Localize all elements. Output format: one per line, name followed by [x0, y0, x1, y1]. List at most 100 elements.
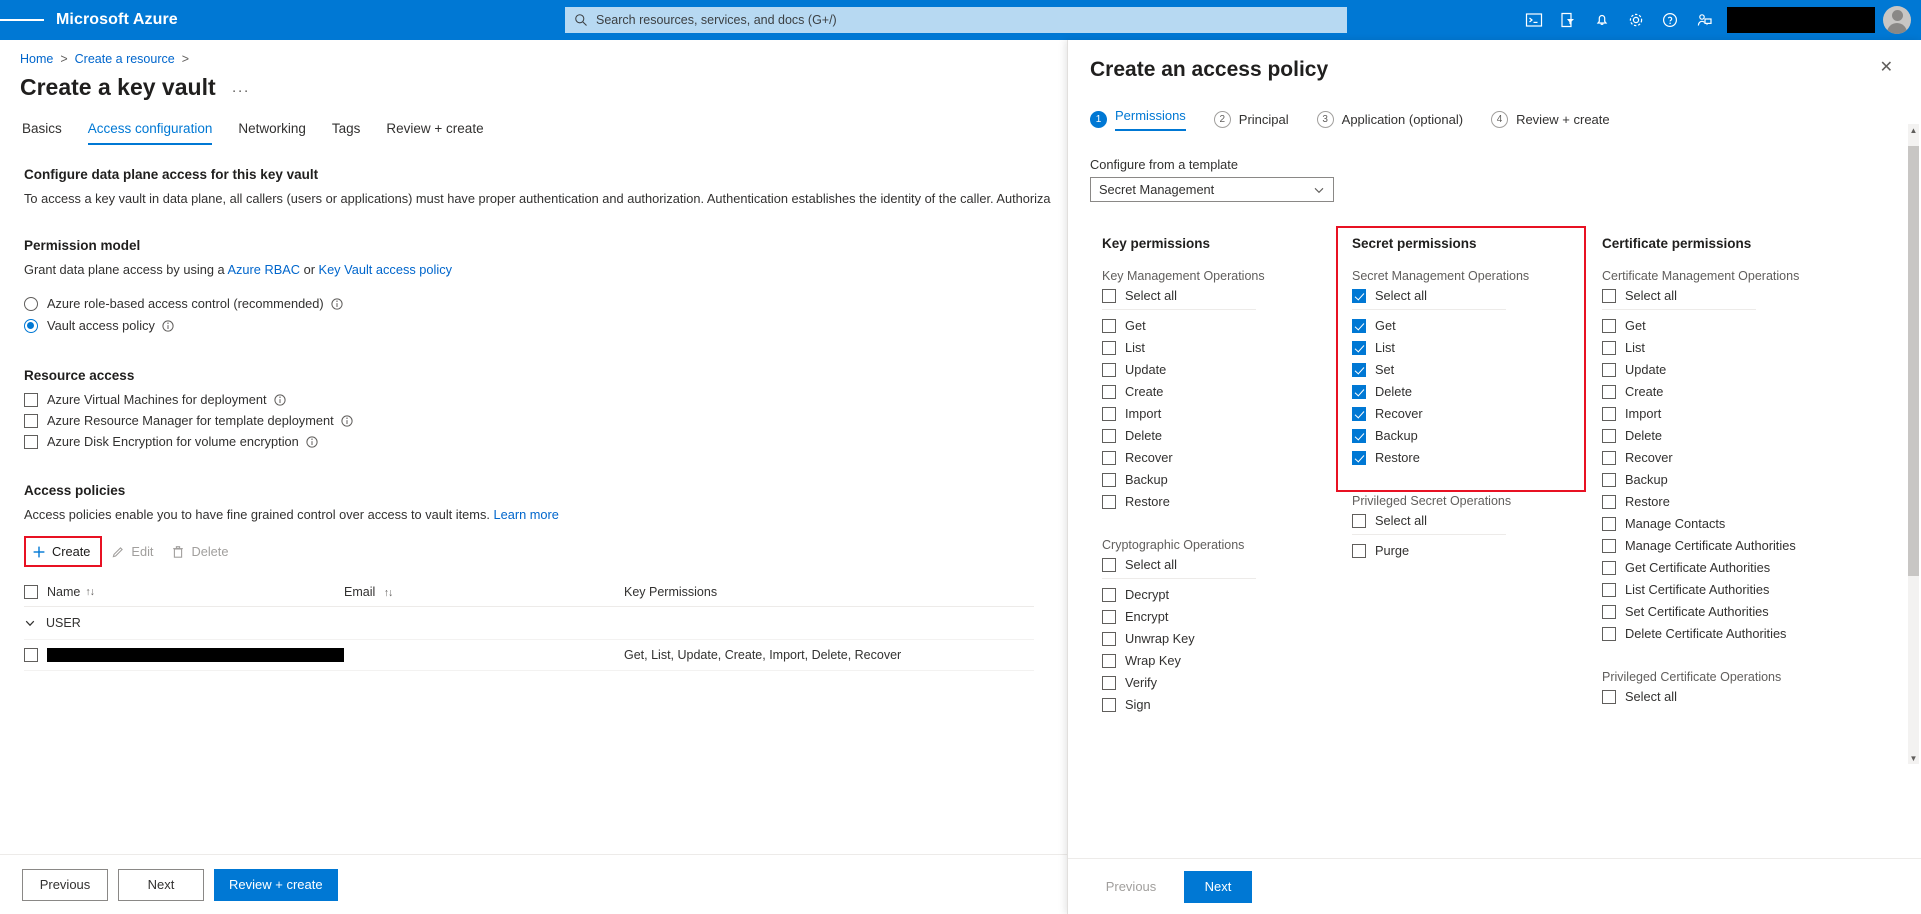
cert-perm-manage-cert-authorities[interactable]: Manage Certificate Authorities: [1602, 538, 1822, 553]
tab-review-create[interactable]: Review + create: [386, 121, 483, 145]
settings-gear-icon[interactable]: [1619, 0, 1653, 40]
avatar[interactable]: [1883, 6, 1911, 34]
cert-mgmt-select-all-box[interactable]: [1602, 288, 1616, 303]
key-perm-update[interactable]: Update: [1102, 362, 1322, 377]
cert-perm-get-cert-authorities-box[interactable]: [1602, 560, 1616, 575]
key-perm-delete[interactable]: Delete: [1102, 428, 1322, 443]
privileged-cert-select-all-box[interactable]: [1602, 689, 1616, 704]
row-select-checkbox[interactable]: [24, 648, 38, 662]
next-button[interactable]: Next: [118, 868, 204, 901]
secret-perm-backup-box[interactable]: [1352, 428, 1366, 443]
checkbox-azure-virtual-machines[interactable]: Azure Virtual Machines for deployment: [24, 392, 1067, 407]
checkbox-azure-disk-encryption[interactable]: Azure Disk Encryption for volume encrypt…: [24, 434, 1067, 449]
checkbox-azure-resource-manager-box[interactable]: [24, 413, 38, 428]
crypto-perm-decrypt-box[interactable]: [1102, 587, 1116, 602]
cert-perm-update-box[interactable]: [1602, 362, 1616, 377]
azure-brand-logo[interactable]: Microsoft Azure: [56, 11, 178, 29]
privileged-cert-select-all[interactable]: Select all: [1602, 689, 1822, 704]
privileged-secret-select-all-box[interactable]: [1352, 513, 1366, 528]
secret-perm-purge[interactable]: Purge: [1352, 543, 1572, 558]
key-vault-access-policy-link[interactable]: Key Vault access policy: [319, 262, 452, 277]
feedback-icon[interactable]: [1687, 0, 1721, 40]
cert-perm-get[interactable]: Get: [1602, 318, 1822, 333]
info-icon[interactable]: [331, 297, 343, 310]
secret-perm-delete-box[interactable]: [1352, 384, 1366, 399]
key-perm-backup-box[interactable]: [1102, 472, 1116, 487]
secret-perm-set-box[interactable]: [1352, 362, 1366, 377]
cert-perm-restore[interactable]: Restore: [1602, 494, 1822, 509]
cert-perm-list[interactable]: List: [1602, 340, 1822, 355]
key-perm-restore-box[interactable]: [1102, 494, 1116, 509]
scroll-up-arrow-icon[interactable]: ▲: [1908, 124, 1919, 136]
crypto-select-all[interactable]: Select all: [1102, 557, 1322, 572]
key-perm-list[interactable]: List: [1102, 340, 1322, 355]
global-search-box[interactable]: [565, 7, 1347, 33]
previous-button[interactable]: Previous: [22, 868, 108, 901]
cert-perm-import[interactable]: Import: [1602, 406, 1822, 421]
key-perm-backup[interactable]: Backup: [1102, 472, 1322, 487]
review-create-button[interactable]: Review + create: [214, 868, 338, 901]
key-perm-create-box[interactable]: [1102, 384, 1116, 399]
blade-scrollbar[interactable]: ▲ ▼: [1908, 124, 1919, 764]
scrollbar-thumb[interactable]: [1908, 146, 1919, 576]
crypto-perm-sign[interactable]: Sign: [1102, 697, 1322, 712]
crypto-perm-wrap-key-box[interactable]: [1102, 653, 1116, 668]
crypto-perm-verify-box[interactable]: [1102, 675, 1116, 690]
cert-perm-recover-box[interactable]: [1602, 450, 1616, 465]
cert-perm-manage-contacts[interactable]: Manage Contacts: [1602, 516, 1822, 531]
more-actions-ellipsis-icon[interactable]: ···: [232, 82, 250, 99]
cert-perm-restore-box[interactable]: [1602, 494, 1616, 509]
blade-next-button[interactable]: Next: [1184, 870, 1252, 903]
info-icon[interactable]: [162, 319, 174, 332]
cert-perm-update[interactable]: Update: [1602, 362, 1822, 377]
key-perm-list-box[interactable]: [1102, 340, 1116, 355]
radio-azure-rbac-indicator[interactable]: [24, 296, 38, 311]
crypto-perm-decrypt[interactable]: Decrypt: [1102, 587, 1322, 602]
cert-perm-list-box[interactable]: [1602, 340, 1616, 355]
crypto-perm-unwrap-key-box[interactable]: [1102, 631, 1116, 646]
info-icon[interactable]: [341, 414, 353, 427]
key-perm-get[interactable]: Get: [1102, 318, 1322, 333]
chevron-down-icon[interactable]: [1313, 184, 1325, 196]
chevron-down-icon[interactable]: [24, 617, 36, 629]
cert-perm-create-box[interactable]: [1602, 384, 1616, 399]
crypto-perm-wrap-key[interactable]: Wrap Key: [1102, 653, 1322, 668]
table-group-row-user[interactable]: USER: [24, 607, 1034, 640]
crypto-perm-unwrap-key[interactable]: Unwrap Key: [1102, 631, 1322, 646]
radio-azure-rbac[interactable]: Azure role-based access control (recomme…: [24, 296, 1067, 311]
scroll-down-arrow-icon[interactable]: ▼: [1908, 752, 1919, 764]
column-header-name[interactable]: Name: [47, 585, 80, 599]
checkbox-azure-resource-manager[interactable]: Azure Resource Manager for template depl…: [24, 413, 1067, 428]
search-input[interactable]: [594, 12, 1338, 28]
checkbox-azure-virtual-machines-box[interactable]: [24, 392, 38, 407]
global-menu-hamburger-icon[interactable]: [0, 0, 45, 40]
blade-previous-button[interactable]: Previous: [1088, 871, 1174, 903]
info-icon[interactable]: [306, 435, 318, 448]
cert-perm-create[interactable]: Create: [1602, 384, 1822, 399]
cert-perm-list-cert-authorities[interactable]: List Certificate Authorities: [1602, 582, 1822, 597]
table-row[interactable]: Get, List, Update, Create, Import, Delet…: [24, 640, 1034, 671]
cert-perm-backup-box[interactable]: [1602, 472, 1616, 487]
sort-arrows-icon[interactable]: ↑↓: [85, 586, 94, 598]
column-header-email[interactable]: Email: [344, 585, 375, 599]
cert-perm-list-cert-authorities-box[interactable]: [1602, 582, 1616, 597]
help-question-icon[interactable]: [1653, 0, 1687, 40]
tab-access-configuration[interactable]: Access configuration: [87, 121, 213, 145]
key-perm-import-box[interactable]: [1102, 406, 1116, 421]
select-all-rows-checkbox[interactable]: [24, 585, 38, 599]
cert-perm-get-cert-authorities[interactable]: Get Certificate Authorities: [1602, 560, 1822, 575]
cert-perm-backup[interactable]: Backup: [1602, 472, 1822, 487]
crypto-select-all-box[interactable]: [1102, 557, 1116, 572]
tab-tags[interactable]: Tags: [332, 121, 361, 145]
key-perm-recover[interactable]: Recover: [1102, 450, 1322, 465]
cloud-shell-icon[interactable]: [1517, 0, 1551, 40]
cert-perm-set-cert-authorities[interactable]: Set Certificate Authorities: [1602, 604, 1822, 619]
secret-perm-list-box[interactable]: [1352, 340, 1366, 355]
secret-perm-get-box[interactable]: [1352, 318, 1366, 333]
key-perm-create[interactable]: Create: [1102, 384, 1322, 399]
info-icon[interactable]: [273, 393, 286, 406]
cert-perm-manage-cert-authorities-box[interactable]: [1602, 538, 1616, 553]
tab-basics[interactable]: Basics: [22, 121, 62, 145]
wizard-step-review-create[interactable]: 4 Review + create: [1491, 111, 1610, 128]
create-access-policy-button[interactable]: Create: [27, 539, 99, 564]
